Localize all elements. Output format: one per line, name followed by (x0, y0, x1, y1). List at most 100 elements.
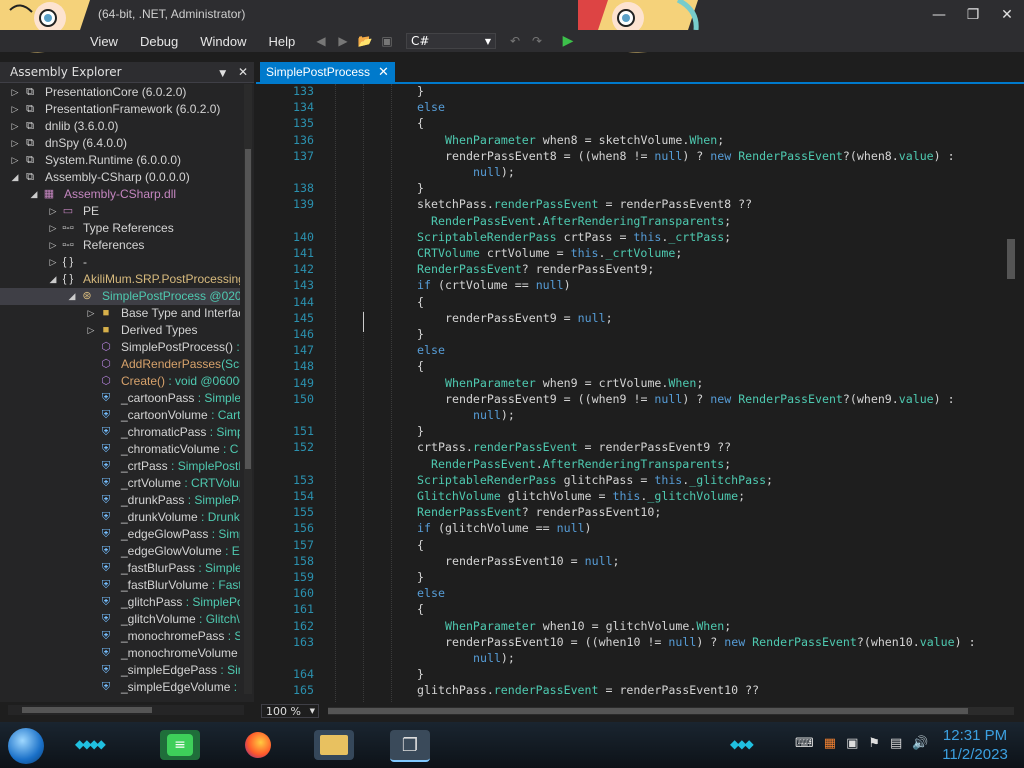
language-select[interactable]: C# ▼ (406, 33, 496, 49)
editor-vertical-scrollbar[interactable] (1004, 84, 1018, 702)
flag-icon[interactable]: ⚑ (868, 736, 880, 751)
action-center-icon[interactable]: ▣ (846, 736, 858, 751)
zoom-select[interactable]: 100 % ▼ (261, 704, 319, 718)
code-line[interactable]: RenderPassEvent? renderPassEvent9; (417, 262, 654, 276)
taskbar-clock[interactable]: 12:31 PM 11/2/2023 (930, 726, 1020, 764)
tree-item[interactable]: ⛨ _cartoonVolume : Cart (0, 407, 240, 424)
save-icon[interactable]: ▣ (379, 33, 395, 49)
tree-item[interactable]: ⬡ Create() : void @06000 (0, 373, 240, 390)
code-line[interactable]: CRTVolume crtVolume = this._crtVolume; (417, 246, 682, 260)
expand-arrow-icon[interactable]: ◢ (67, 288, 77, 305)
close-button[interactable]: ✕ (990, 0, 1024, 30)
forward-icon[interactable]: ▶ (335, 33, 351, 49)
menu-view[interactable]: View (90, 34, 118, 49)
close-tab-icon[interactable]: ✕ (378, 64, 389, 80)
tree-item[interactable]: ⬡ AddRenderPasses(Scrip (0, 356, 240, 373)
tree-item[interactable]: ⛨ _drunkVolume : Drunk (0, 509, 240, 526)
code-line[interactable]: } (417, 667, 424, 681)
taskbar-app-dnspy[interactable]: ❐ (390, 730, 430, 762)
editor-horizontal-scrollbar[interactable] (328, 707, 1014, 715)
assembly-tree[interactable]: ▷ ⧉ PresentationCore (6.0.2.0) ▷ ⧉ Presentati… (0, 84, 240, 704)
tree-item[interactable]: ⛨ _glitchPass : SimplePo (0, 594, 240, 611)
tree-item[interactable]: ▷ { } - (0, 254, 240, 271)
expand-arrow-icon[interactable]: ▷ (10, 84, 20, 101)
tree-item[interactable]: ◢ ▦ Assembly-CSharp.dll (0, 186, 240, 203)
code-line[interactable]: ScriptableRenderPass crtPass = this._crt… (417, 230, 731, 244)
expand-arrow-icon[interactable]: ▷ (10, 152, 20, 169)
code-line[interactable]: renderPassEvent9 = ((when9 != null) ? ne… (445, 392, 955, 406)
code-line[interactable]: renderPassEvent10 = null; (445, 554, 620, 568)
tree-item[interactable]: ⛨ _crtPass : SimplePostP (0, 458, 240, 475)
tree-item[interactable]: ◢ ⧉ Assembly-CSharp (0.0.0.0) (0, 169, 240, 186)
code-line[interactable]: if (crtVolume == null) (417, 278, 571, 292)
code-line[interactable]: RenderPassEvent.AfterRenderingTransparen… (431, 700, 731, 702)
scroll-thumb[interactable] (245, 149, 251, 469)
tree-item[interactable]: ▷ ▫-▫ References (0, 237, 240, 254)
menu-help[interactable]: Help (269, 34, 296, 49)
expand-arrow-icon[interactable]: ▷ (48, 237, 58, 254)
code-line[interactable]: glitchPass.renderPassEvent = renderPassE… (417, 683, 759, 697)
dropdown-icon[interactable]: ▼ (219, 69, 226, 79)
tree-item[interactable]: ⛨ _monochromeVolume (0, 645, 240, 662)
tree-item[interactable]: ⛨ _fastBlurVolume : Fastl (0, 577, 240, 594)
explorer-horizontal-scrollbar[interactable] (8, 705, 244, 715)
tree-item[interactable]: ⛨ _glitchVolume : Glitch\ (0, 611, 240, 628)
start-button[interactable] (8, 728, 44, 764)
scroll-thumb[interactable] (1007, 239, 1015, 279)
code-line[interactable]: RenderPassEvent.AfterRenderingTransparen… (431, 457, 731, 471)
tree-item[interactable]: ⛨ _simpleEdgeVolume : (0, 679, 240, 696)
taskbar-app-file-explorer[interactable] (314, 730, 354, 760)
tree-item[interactable]: ⛨ _chromaticVolume : C (0, 441, 240, 458)
tree-item[interactable]: ▷ ■ Derived Types (0, 322, 240, 339)
expand-arrow-icon[interactable]: ▷ (86, 305, 96, 322)
network-icon[interactable]: ▤ (890, 736, 902, 751)
expand-arrow-icon[interactable]: ▷ (48, 254, 58, 271)
tree-item[interactable]: ⬡ SimplePostProcess() : v (0, 339, 240, 356)
code-line[interactable]: GlitchVolume glitchVolume = this._glitch… (417, 489, 745, 503)
code-line[interactable]: RenderPassEvent.AfterRenderingTransparen… (431, 214, 731, 228)
code-line[interactable]: else (417, 343, 445, 357)
tree-item[interactable]: ⛨ _edgeGlowPass : Simp (0, 526, 240, 543)
code-line[interactable]: } (417, 570, 424, 584)
expand-arrow-icon[interactable]: ▷ (48, 203, 58, 220)
menu-debug[interactable]: Debug (140, 34, 178, 49)
code-line[interactable]: WhenParameter when8 = sketchVolume.When; (445, 133, 724, 147)
code-line[interactable]: ScriptableRenderPass glitchPass = this._… (417, 473, 773, 487)
expand-arrow-icon[interactable]: ▷ (10, 135, 20, 152)
tree-item[interactable]: ⛨ _cartoonPass : SimpleP (0, 390, 240, 407)
close-panel-icon[interactable]: ✕ (238, 65, 248, 79)
undo-icon[interactable]: ↶ (507, 33, 523, 49)
expand-arrow-icon[interactable]: ▷ (86, 322, 96, 339)
expand-arrow-icon[interactable]: ▷ (10, 101, 20, 118)
code-line[interactable]: null); (473, 651, 515, 665)
scroll-thumb[interactable] (22, 707, 152, 713)
tab-simplepostprocess[interactable]: SimplePostProcess ✕ (260, 62, 395, 82)
open-file-icon[interactable]: 📂 (357, 33, 373, 49)
back-icon[interactable]: ◀ (313, 33, 329, 49)
tree-item[interactable]: ⛨ _drunkPass : SimplePo (0, 492, 240, 509)
code-line[interactable]: if (glitchVolume == null) (417, 521, 592, 535)
code-line[interactable]: WhenParameter when10 = glitchVolume.When… (445, 619, 731, 633)
code-line[interactable]: } (417, 327, 424, 341)
code-line[interactable]: { (417, 116, 424, 130)
code-line[interactable]: else (417, 586, 445, 600)
code-line[interactable]: } (417, 424, 424, 438)
code-line[interactable]: else (417, 100, 445, 114)
code-line[interactable]: null); (473, 408, 515, 422)
code-line[interactable]: { (417, 295, 424, 309)
tray-app-icon[interactable]: ▦ (824, 736, 836, 751)
code-line[interactable]: WhenParameter when9 = crtVolume.When; (445, 376, 703, 390)
code-line[interactable]: RenderPassEvent? renderPassEvent10; (417, 505, 661, 519)
menu-window[interactable]: Window (200, 34, 246, 49)
maximize-button[interactable]: ❐ (956, 0, 990, 30)
tree-item[interactable]: ⛨ _simpleEdgePass : Sim (0, 662, 240, 679)
explorer-vertical-scrollbar[interactable] (244, 84, 252, 694)
code-editor[interactable]: 133} 134 else 135 {136 WhenParameter when8 = … (278, 84, 1002, 702)
tree-item[interactable]: ⛨ _edgeGlowVolume : Ec (0, 543, 240, 560)
taskbar-app-notes[interactable]: ≡ (160, 730, 200, 760)
tree-item[interactable]: ▷ ⧉ dnlib (3.6.0.0) (0, 118, 240, 135)
code-line[interactable]: null); (473, 165, 515, 179)
tree-item[interactable]: ▷ ▭ PE (0, 203, 240, 220)
tree-item[interactable]: ⛨ _monochromePass : Si (0, 628, 240, 645)
volume-icon[interactable]: 🔊 (912, 736, 928, 751)
